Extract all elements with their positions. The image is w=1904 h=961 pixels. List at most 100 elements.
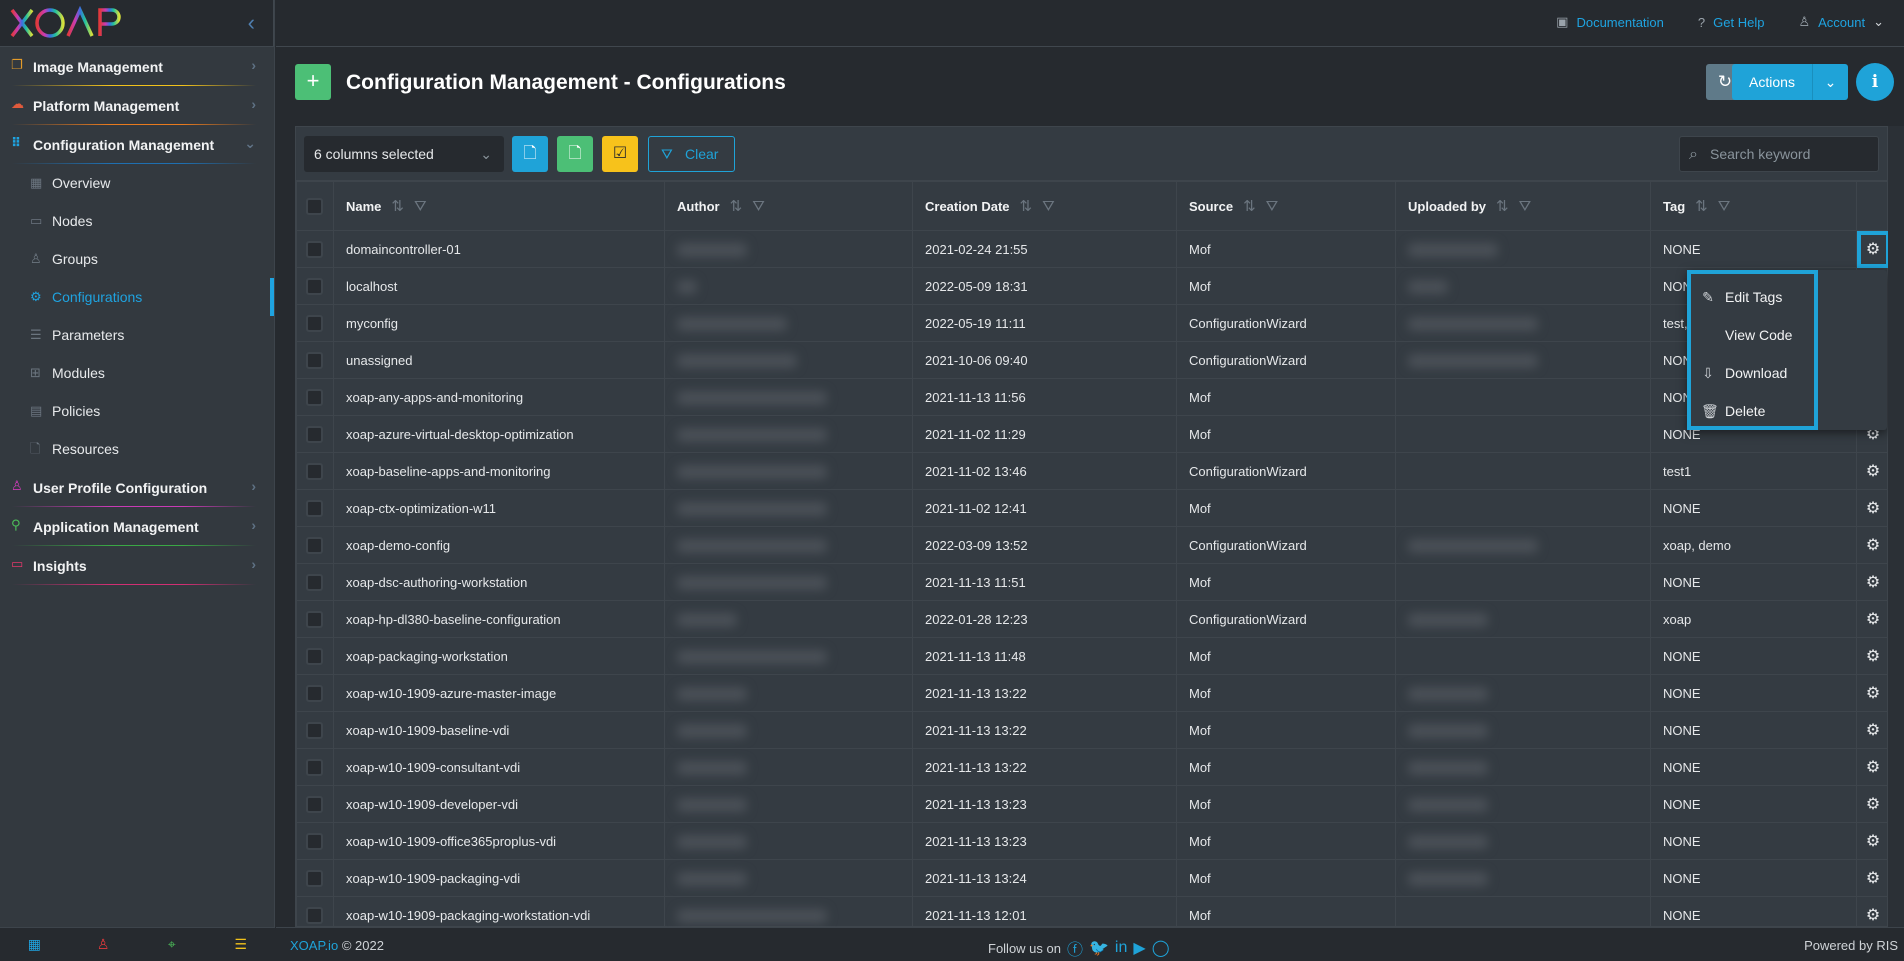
row-checkbox[interactable] [306,721,323,739]
menu-item-download[interactable]: ⇩ Download [1701,354,1787,392]
table-row[interactable]: xoap-azure-virtual-desktop-optimization … [296,415,1890,453]
table-row[interactable]: xoap-w10-1909-consultant-vdi 2021-11-13 … [296,748,1890,786]
youtube-icon[interactable]: ▶ [1133,938,1145,958]
chevron-down-icon[interactable]: ⌄ [1812,64,1848,100]
sidebar-item-nodes[interactable]: ▭ Nodes [0,202,274,240]
sidebar-item-policies[interactable]: ▤ Policies [0,392,274,430]
sidebar-group-user-profile-configuration[interactable]: ♙ User Profile Configuration › [0,468,274,507]
users-icon[interactable]: ♙ [69,936,138,953]
row-settings-button[interactable]: ⚙ [1856,637,1890,675]
table-row[interactable]: domaincontroller-01 2021-02-24 21:55 Mof… [296,230,1890,268]
menu-item-edit-tags[interactable]: ✎ Edit Tags [1701,278,1782,316]
menu-item-view-code[interactable]: View Code [1701,316,1792,354]
row-settings-button[interactable]: ⚙ [1856,489,1890,527]
actions-button[interactable]: Actions ⌄ [1732,64,1848,100]
row-checkbox[interactable] [306,388,323,406]
add-configuration-button[interactable]: + [295,64,331,100]
select-all-checkbox[interactable] [306,197,323,215]
sort-icon[interactable]: ⇅ [1020,198,1033,215]
row-settings-button[interactable]: ⚙ [1856,452,1890,490]
table-row[interactable]: xoap-baseline-apps-and-monitoring 2021-1… [296,452,1890,490]
table-row[interactable]: myconfig 2022-05-19 11:11 ConfigurationW… [296,304,1890,342]
list-icon[interactable]: ☰ [206,936,275,953]
row-checkbox[interactable] [306,277,323,295]
row-settings-button[interactable]: ⚙ [1856,822,1890,860]
row-checkbox[interactable] [306,758,323,776]
row-checkbox[interactable] [306,573,323,591]
sidebar-item-resources[interactable]: 🗋 Resources [0,430,274,468]
sidebar-group-application-management[interactable]: ⚲ Application Management › [0,507,274,546]
table-row[interactable]: xoap-ctx-optimization-w11 2021-11-02 12:… [296,489,1890,527]
facebook-icon[interactable]: ⓕ [1067,936,1083,960]
github-icon[interactable]: ◯ [1152,938,1170,958]
filter-icon[interactable]: ⛛ [1042,198,1055,215]
table-row[interactable]: xoap-packaging-workstation 2021-11-13 11… [296,637,1890,675]
select-all-button[interactable]: ☑ [602,136,638,172]
filter-icon[interactable]: ⛛ [1718,198,1731,215]
row-checkbox[interactable] [306,351,323,369]
get-help-link[interactable]: ? Get Help [1698,14,1765,30]
sort-icon[interactable]: ⇅ [730,198,743,215]
clear-filters-button[interactable]: ⛛ Clear [648,136,735,172]
sidebar-item-overview[interactable]: ▦ Overview [0,164,274,202]
table-row[interactable]: xoap-demo-config 2022-03-09 13:52 Config… [296,526,1890,564]
table-row[interactable]: xoap-dsc-authoring-workstation 2021-11-1… [296,563,1890,601]
page-scrollbar[interactable] [1888,126,1904,927]
info-button[interactable]: i [1856,63,1894,101]
sidebar-group-platform-management[interactable]: ☁ Platform Management › [0,86,274,125]
table-row[interactable]: xoap-w10-1909-developer-vdi 2021-11-13 1… [296,785,1890,823]
export-csv-button[interactable]: 🗋 [512,136,548,172]
sidebar-item-modules[interactable]: ⊞ Modules [0,354,274,392]
export-excel-button[interactable]: 🗋 [557,136,593,172]
twitter-icon[interactable]: 🐦 [1089,938,1109,958]
sort-icon[interactable]: ⇅ [391,198,404,215]
sidebar-group-insights[interactable]: ▭ Insights › [0,546,274,585]
xoap-logo[interactable] [10,6,130,40]
filter-icon[interactable]: ⛛ [1266,198,1279,215]
table-row[interactable]: xoap-w10-1909-office365proplus-vdi 2021-… [296,822,1890,860]
row-checkbox[interactable] [306,610,323,628]
dashboard-icon[interactable]: ▦ [0,936,69,953]
search-input[interactable] [1680,137,1878,171]
table-row[interactable]: xoap-any-apps-and-monitoring 2021-11-13 … [296,378,1890,416]
sort-icon[interactable]: ⇅ [1243,198,1256,215]
sidebar-item-groups[interactable]: ♙ Groups [0,240,274,278]
location-icon[interactable]: ⌖ [138,936,207,953]
table-row[interactable]: xoap-w10-1909-packaging-vdi 2021-11-13 1… [296,859,1890,897]
row-checkbox[interactable] [306,462,323,480]
row-settings-button[interactable]: ⚙ [1856,674,1890,712]
row-checkbox[interactable] [306,314,323,332]
row-settings-button[interactable]: ⚙ [1856,563,1890,601]
sidebar-group-configuration-management[interactable]: ⠿ Configuration Management ⌄ [0,125,274,164]
row-checkbox[interactable] [306,832,323,850]
table-row[interactable]: xoap-w10-1909-azure-master-image 2021-11… [296,674,1890,712]
filter-icon[interactable]: ⛛ [752,198,765,215]
row-checkbox[interactable] [306,906,323,924]
row-settings-button[interactable]: ⚙ [1856,748,1890,786]
account-menu[interactable]: ♙ Account ⌄ [1798,14,1884,30]
row-checkbox[interactable] [306,795,323,813]
sidebar-group-image-management[interactable]: ❐ Image Management › [0,47,274,86]
row-settings-button[interactable]: ⚙ [1856,230,1890,268]
collapse-sidebar-icon[interactable]: ‹ [248,10,255,36]
sidebar-item-parameters[interactable]: ☰ Parameters [0,316,274,354]
row-checkbox[interactable] [306,425,323,443]
row-settings-button[interactable]: ⚙ [1856,785,1890,823]
filter-icon[interactable]: ⛛ [1519,198,1532,215]
row-checkbox[interactable] [306,536,323,554]
row-checkbox[interactable] [306,499,323,517]
filter-icon[interactable]: ⛛ [414,198,427,215]
table-row[interactable]: localhost 2022-05-09 18:31 Mof NONE ⚙ [296,267,1890,305]
table-row[interactable]: unassigned 2021-10-06 09:40 Configuratio… [296,341,1890,379]
sort-icon[interactable]: ⇅ [1496,198,1509,215]
xoap-link[interactable]: XOAP.io [290,938,338,953]
row-settings-button[interactable]: ⚙ [1856,600,1890,638]
row-checkbox[interactable] [306,647,323,665]
menu-item-delete[interactable]: 🗑 Delete [1701,392,1765,430]
table-row[interactable]: xoap-hp-dl380-baseline-configuration 202… [296,600,1890,638]
row-settings-button[interactable]: ⚙ [1856,711,1890,749]
table-row[interactable]: xoap-w10-1909-baseline-vdi 2021-11-13 13… [296,711,1890,749]
row-settings-button[interactable]: ⚙ [1856,859,1890,897]
linkedin-icon[interactable]: in [1115,939,1127,957]
row-checkbox[interactable] [306,869,323,887]
